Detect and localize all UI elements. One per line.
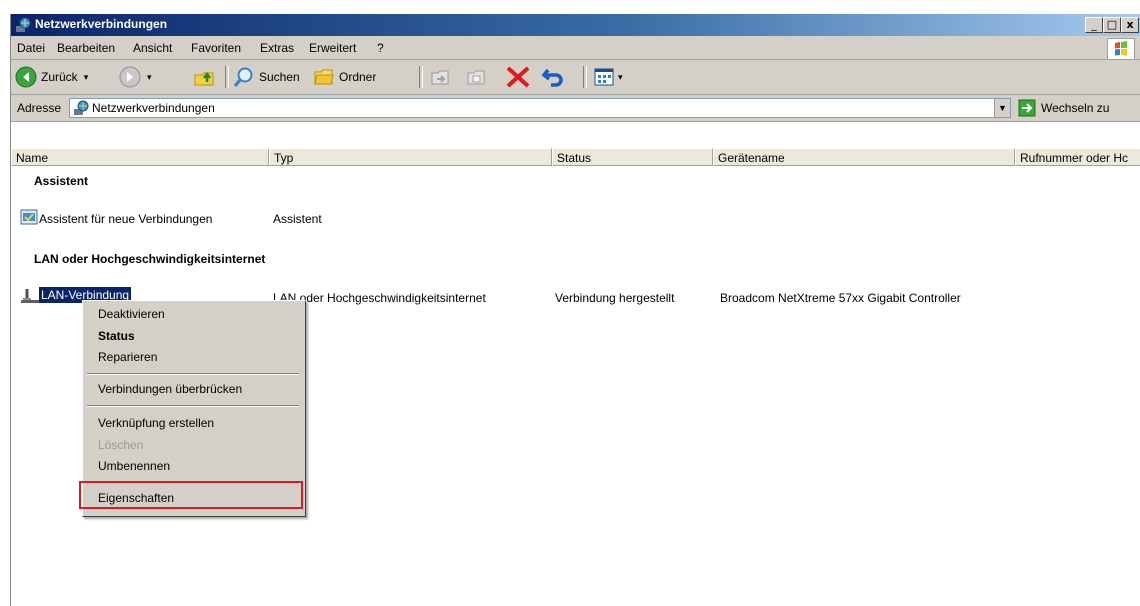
views-icon	[594, 68, 614, 86]
back-arrow-icon	[15, 66, 37, 88]
windows-logo-icon	[1107, 38, 1135, 60]
back-dropdown-icon[interactable]: ▾	[84, 72, 89, 83]
item-type: Assistent	[273, 212, 322, 226]
window-title: Netzwerkverbindungen	[35, 17, 168, 31]
menu-item-status[interactable]: Status	[98, 329, 135, 343]
item-device: Broadcom NetXtreme 57xx Gigabit Controll…	[720, 291, 961, 305]
column-header-phone[interactable]: Rufnummer oder Hc	[1015, 148, 1140, 166]
address-dropdown-button[interactable]: ▼	[994, 99, 1010, 117]
group-title-assistent: Assistent	[34, 174, 89, 188]
menu-extras[interactable]: Extras	[260, 41, 294, 55]
copy-to-icon	[467, 70, 485, 85]
menu-item-umbenennen[interactable]: Umbenennen	[98, 459, 170, 473]
menu-item-reparieren[interactable]: Reparieren	[98, 350, 157, 364]
go-label: Wechseln zu	[1041, 101, 1110, 115]
item-status: Verbindung hergestellt	[555, 291, 675, 305]
group-title-lan: LAN oder Hochgeschwindigkeitsinternet	[34, 252, 266, 266]
copy-to-button[interactable]	[465, 66, 487, 88]
menu-ansicht[interactable]: Ansicht	[133, 41, 172, 55]
search-button[interactable]: Suchen	[233, 66, 300, 88]
minimize-button[interactable]: _	[1085, 17, 1103, 33]
network-connections-icon	[74, 100, 89, 115]
column-header-device[interactable]: Gerätename	[713, 148, 1015, 166]
menu-item-verknuepfung-erstellen[interactable]: Verknüpfung erstellen	[98, 416, 214, 430]
go-arrow-icon	[1018, 99, 1036, 117]
views-button[interactable]: ▾	[593, 66, 623, 88]
menu-item-loeschen-disabled: Löschen	[98, 438, 144, 452]
menu-bearbeiten[interactable]: Bearbeiten	[57, 41, 115, 55]
folders-icon	[314, 69, 334, 85]
address-input[interactable]: Netzwerkverbindungen ▼	[69, 98, 1011, 118]
close-button[interactable]: x	[1121, 17, 1139, 33]
move-to-button[interactable]	[429, 66, 451, 88]
menu-separator	[87, 405, 299, 407]
search-icon	[233, 67, 253, 87]
back-button[interactable]: Zurück ▾	[15, 66, 88, 88]
toolbar: Zurück ▾ ▾ Suchen Ordner ▾	[11, 60, 1140, 95]
address-bar: Adresse Netzwerkverbindungen ▼ Wechseln …	[11, 95, 1140, 122]
up-folder-icon	[194, 71, 214, 86]
address-label: Adresse	[17, 101, 62, 115]
up-folder-button[interactable]	[193, 66, 215, 88]
folders-button[interactable]: Ordner	[313, 66, 376, 88]
search-label: Suchen	[259, 70, 300, 84]
address-value: Netzwerkverbindungen	[92, 101, 215, 115]
menu-help[interactable]: ?	[377, 41, 384, 55]
eigenschaften-highlight-box	[79, 481, 303, 509]
network-connections-icon	[16, 17, 31, 32]
toolbar-separator	[583, 66, 587, 88]
column-header-type[interactable]: Typ	[269, 148, 552, 166]
folders-label: Ordner	[339, 70, 377, 84]
move-to-icon	[431, 70, 449, 85]
item-name: Assistent für neue Verbindungen	[39, 212, 213, 226]
maximize-button[interactable]: □	[1103, 17, 1121, 33]
undo-button[interactable]	[541, 66, 567, 88]
forward-arrow-icon	[119, 66, 141, 88]
back-label: Zurück	[41, 70, 78, 84]
title-bar[interactable]: Netzwerkverbindungen _ □ x	[11, 14, 1140, 36]
menu-datei[interactable]: Datei	[17, 41, 45, 55]
menu-item-verbindungen-ueberbruecken[interactable]: Verbindungen überbrücken	[98, 382, 242, 396]
forward-dropdown-icon[interactable]: ▾	[147, 72, 152, 83]
undo-icon	[541, 68, 563, 87]
menu-favoriten[interactable]: Favoriten	[191, 41, 241, 55]
menu-separator	[87, 373, 299, 375]
toolbar-separator	[419, 66, 423, 88]
views-dropdown-icon[interactable]: ▾	[618, 72, 623, 83]
column-header-status[interactable]: Status	[552, 148, 713, 166]
connection-wizard-icon	[20, 209, 38, 225]
menu-erweitert[interactable]: Erweitert	[309, 41, 356, 55]
lan-connection-icon	[21, 289, 39, 303]
forward-button[interactable]: ▾	[119, 66, 152, 88]
delete-button[interactable]	[505, 66, 531, 88]
toolbar-separator	[225, 66, 229, 88]
column-header-name[interactable]: Name	[11, 148, 269, 166]
menu-bar: Datei Bearbeiten Ansicht Favoriten Extra…	[11, 37, 1140, 60]
delete-icon	[506, 66, 530, 88]
menu-item-deaktivieren[interactable]: Deaktivieren	[98, 307, 165, 321]
go-button[interactable]: Wechseln zu	[1018, 99, 1109, 117]
